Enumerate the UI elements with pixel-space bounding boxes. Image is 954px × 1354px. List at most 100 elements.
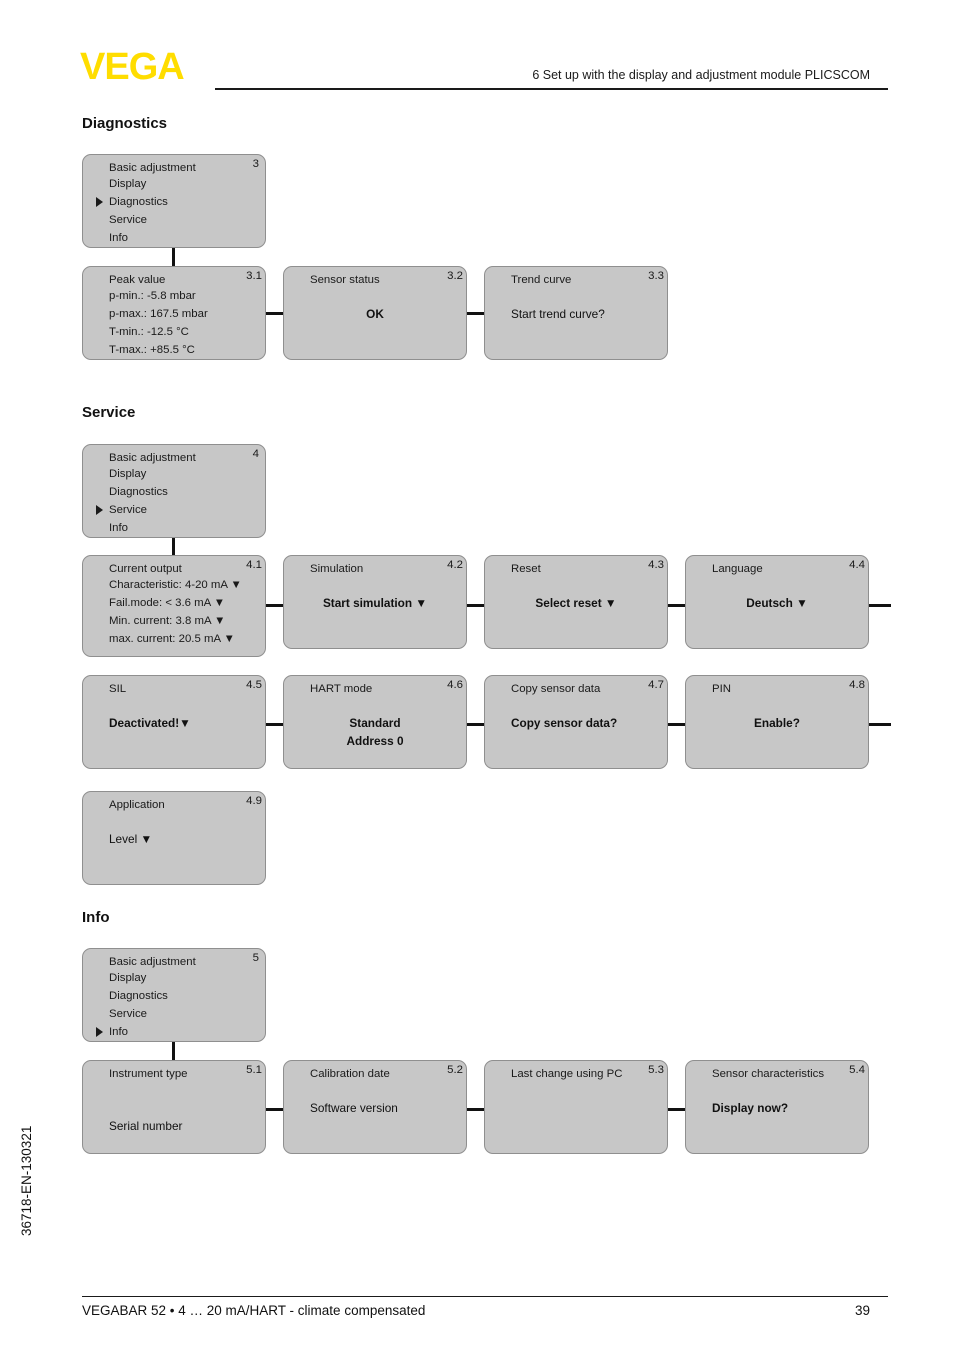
box-number: 3.2 bbox=[447, 270, 463, 282]
connector bbox=[172, 538, 175, 556]
box-number: 4.9 bbox=[246, 795, 262, 807]
box-number: 5.3 bbox=[648, 1064, 664, 1076]
value-line: p-max.: 167.5 mbar bbox=[109, 308, 208, 320]
menu-item-display[interactable]: Display bbox=[109, 175, 257, 193]
menu-box-info[interactable]: Basic adjustment 5 Display Diagnostics S… bbox=[82, 948, 266, 1042]
box-title: Calibration date bbox=[310, 1068, 390, 1080]
box-number: 4.8 bbox=[849, 679, 865, 691]
screen-box-instrument-type[interactable]: Instrument type 5.1 Serial number bbox=[82, 1060, 266, 1154]
box-number: 4.1 bbox=[246, 559, 262, 571]
screen-box-hart-mode[interactable]: HART mode 4.6 Standard Address 0 bbox=[283, 675, 467, 769]
menu-item-diagnostics[interactable]: Diagnostics bbox=[96, 193, 257, 211]
connector bbox=[467, 604, 484, 607]
document-code: 36718-EN-130321 bbox=[19, 1125, 34, 1236]
box-number: 4.7 bbox=[648, 679, 664, 691]
menu-item-label: Diagnostics bbox=[109, 196, 168, 208]
screen-box-peak-value[interactable]: Peak value 3.1 p-min.: -5.8 mbar p-max.:… bbox=[82, 266, 266, 360]
box-value: Start trend curve? bbox=[511, 307, 605, 321]
connector bbox=[266, 1108, 283, 1111]
menu-item-service[interactable]: Service bbox=[109, 1005, 257, 1023]
box-title: Trend curve bbox=[511, 274, 572, 286]
menu-item-label: Basic adjustment bbox=[109, 956, 196, 968]
connector bbox=[172, 248, 175, 268]
menu-item-service[interactable]: Service bbox=[109, 211, 257, 229]
menu-item-info[interactable]: Info bbox=[109, 229, 257, 247]
box-number: 5.2 bbox=[447, 1064, 463, 1076]
box-value: Select reset ▼ bbox=[535, 596, 617, 610]
menu-box-service[interactable]: Basic adjustment 4 Display Diagnostics S… bbox=[82, 444, 266, 538]
screen-box-pin[interactable]: PIN 4.8 Enable? bbox=[685, 675, 869, 769]
connector bbox=[668, 604, 685, 607]
section-heading-info: Info bbox=[82, 909, 110, 926]
screen-box-application[interactable]: Application 4.9 Level ▼ bbox=[82, 791, 266, 885]
connector bbox=[467, 312, 484, 315]
box-title: Copy sensor data bbox=[511, 683, 601, 695]
box-value: Copy sensor data? bbox=[511, 716, 618, 730]
section-heading-service: Service bbox=[82, 404, 136, 421]
menu-item-label: Service bbox=[109, 504, 147, 516]
screen-box-reset[interactable]: Reset 4.3 Select reset ▼ bbox=[484, 555, 668, 649]
screen-box-current-output[interactable]: Current output 4.1 Characteristic: 4-20 … bbox=[82, 555, 266, 657]
box-title: Simulation bbox=[310, 563, 364, 575]
box-value: Serial number bbox=[109, 1119, 183, 1133]
menu-item-service[interactable]: Service bbox=[96, 501, 257, 519]
value-line: max. current: 20.5 mA ▼ bbox=[109, 633, 235, 645]
connector bbox=[467, 1108, 484, 1111]
document-page: VEGA 6 Set up with the display and adjus… bbox=[0, 0, 954, 1354]
menu-box-diagnostics[interactable]: Basic adjustment 3 Display Diagnostics S… bbox=[82, 154, 266, 248]
box-value: Deactivated!▼ bbox=[109, 716, 191, 730]
connector bbox=[266, 604, 283, 607]
connector bbox=[467, 723, 484, 726]
box-value: Deutsch ▼ bbox=[746, 596, 808, 610]
box-title: Peak value bbox=[109, 274, 166, 286]
section-heading-diagnostics: Diagnostics bbox=[82, 115, 168, 132]
screen-box-sil[interactable]: SIL 4.5 Deactivated!▼ bbox=[82, 675, 266, 769]
box-number: 4.5 bbox=[246, 679, 262, 691]
box-number: 5 bbox=[252, 952, 259, 964]
screen-box-language[interactable]: Language 4.4 Deutsch ▼ bbox=[685, 555, 869, 649]
box-title: Reset bbox=[511, 563, 541, 575]
menu-item-diagnostics[interactable]: Diagnostics bbox=[109, 987, 257, 1005]
selection-arrow-icon bbox=[96, 505, 103, 515]
value-line: T-min.: -12.5 °C bbox=[109, 326, 189, 338]
value-line: p-min.: -5.8 mbar bbox=[109, 290, 196, 302]
screen-box-sensor-status[interactable]: Sensor status 3.2 OK bbox=[283, 266, 467, 360]
box-value-secondary: Address 0 bbox=[346, 734, 404, 748]
box-value: Enable? bbox=[754, 716, 800, 730]
box-title: Sensor characteristics bbox=[712, 1068, 825, 1080]
connector bbox=[266, 312, 283, 315]
connector-wrap bbox=[869, 723, 891, 726]
footer-divider bbox=[82, 1296, 888, 1298]
box-title: Application bbox=[109, 799, 165, 811]
box-title: Language bbox=[712, 563, 763, 575]
menu-item-display[interactable]: Display bbox=[109, 969, 257, 987]
box-number: 3 bbox=[252, 158, 259, 170]
box-title: PIN bbox=[712, 683, 731, 695]
vega-logo: VEGA bbox=[80, 46, 185, 88]
value-line: T-max.: +85.5 °C bbox=[109, 344, 195, 356]
menu-item-info[interactable]: Info bbox=[109, 519, 257, 537]
value-line: Min. current: 3.8 mA ▼ bbox=[109, 615, 226, 627]
box-value: Display now? bbox=[712, 1101, 789, 1115]
chapter-header-title: 6 Set up with the display and adjustment… bbox=[532, 68, 870, 82]
screen-box-last-change-using-pc[interactable]: Last change using PC 5.3 bbox=[484, 1060, 668, 1154]
box-value: Standard bbox=[349, 716, 401, 730]
menu-item-label: Info bbox=[109, 1026, 128, 1038]
box-number: 5.1 bbox=[246, 1064, 262, 1076]
header-divider bbox=[215, 88, 888, 90]
box-title: Sensor status bbox=[310, 274, 380, 286]
box-title: Instrument type bbox=[109, 1068, 188, 1080]
menu-item-info[interactable]: Info bbox=[96, 1023, 257, 1041]
menu-item-diagnostics[interactable]: Diagnostics bbox=[109, 483, 257, 501]
footer-page-number: 39 bbox=[854, 1303, 870, 1318]
screen-box-trend-curve[interactable]: Trend curve 3.3 Start trend curve? bbox=[484, 266, 668, 360]
value-line: Fail.mode: < 3.6 mA ▼ bbox=[109, 597, 226, 609]
screen-box-sensor-characteristics[interactable]: Sensor characteristics 5.4 Display now? bbox=[685, 1060, 869, 1154]
screen-box-simulation[interactable]: Simulation 4.2 Start simulation ▼ bbox=[283, 555, 467, 649]
menu-item-display[interactable]: Display bbox=[109, 465, 257, 483]
menu-item-label: Basic adjustment bbox=[109, 452, 196, 464]
screen-box-copy-sensor-data[interactable]: Copy sensor data 4.7 Copy sensor data? bbox=[484, 675, 668, 769]
connector-wrap bbox=[869, 604, 891, 607]
box-title: Last change using PC bbox=[511, 1068, 623, 1080]
screen-box-calibration-date[interactable]: Calibration date 5.2 Software version bbox=[283, 1060, 467, 1154]
